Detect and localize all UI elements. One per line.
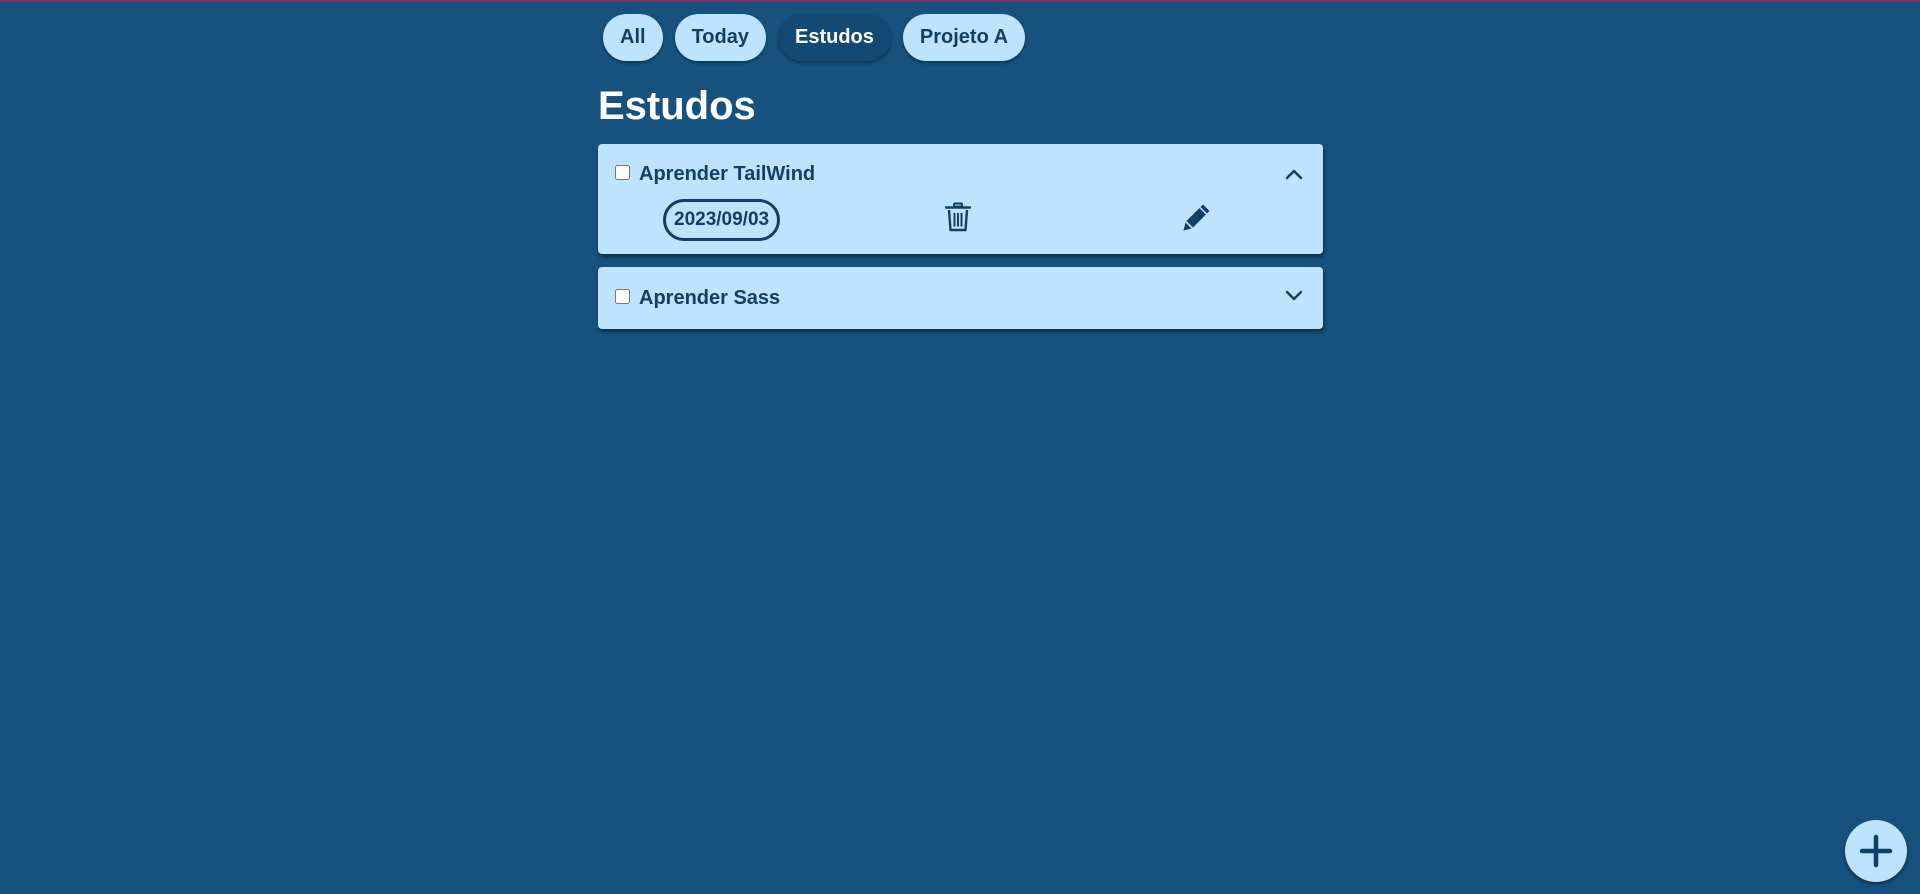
page-title: Estudos	[598, 84, 756, 128]
task-card: Aprender TailWind 2023/09/03	[598, 144, 1323, 254]
task-checkbox[interactable]	[615, 165, 630, 180]
task-checkbox[interactable]	[615, 289, 630, 304]
tab-all[interactable]: All	[603, 14, 663, 61]
tab-today[interactable]: Today	[674, 14, 766, 61]
filter-tabs: All Today Estudos Projeto A	[603, 14, 1026, 61]
window-top-border	[0, 0, 1920, 2]
task-title: Aprender TailWind	[639, 163, 816, 185]
task-card: Aprender Sass	[598, 267, 1323, 329]
trash-icon[interactable]	[945, 202, 971, 232]
tab-estudos[interactable]: Estudos	[777, 14, 891, 61]
pencil-icon[interactable]	[1182, 202, 1212, 232]
chevron-down-icon[interactable]	[1282, 283, 1306, 307]
task-title: Aprender Sass	[639, 287, 781, 309]
add-task-button[interactable]	[1845, 820, 1907, 882]
task-date-badge: 2023/09/03	[663, 199, 781, 241]
plus-icon	[1859, 834, 1893, 868]
tab-projeto-a[interactable]: Projeto A	[902, 14, 1026, 61]
chevron-up-icon[interactable]	[1282, 163, 1306, 187]
